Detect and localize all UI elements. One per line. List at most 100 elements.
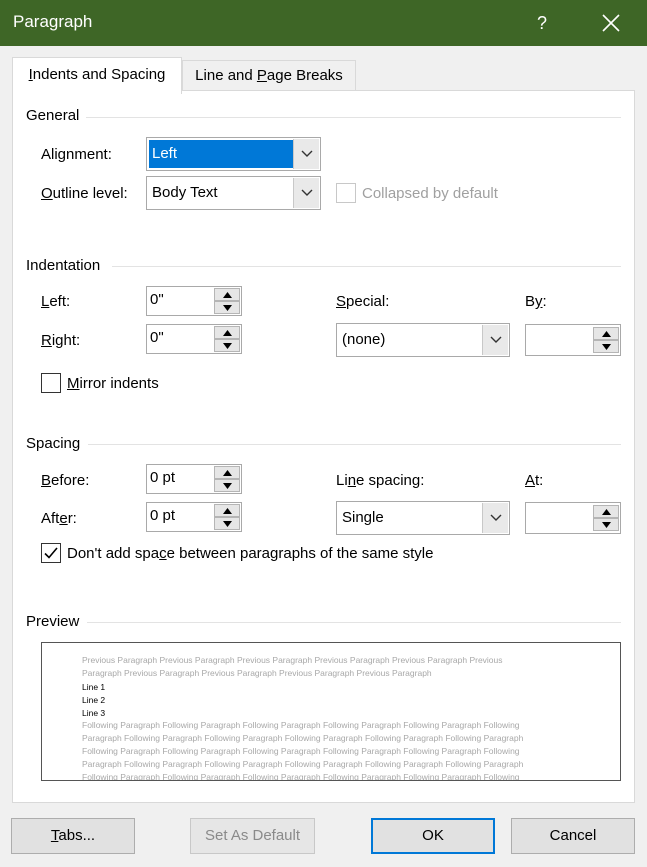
triangle-up-icon (602, 509, 611, 515)
triangle-down-icon (602, 522, 611, 528)
spin-down-button[interactable] (593, 518, 619, 531)
spin-up-button[interactable] (214, 326, 240, 339)
close-button[interactable] (588, 0, 634, 46)
chevron-down-icon (490, 514, 502, 521)
cancel-button[interactable]: Cancel (511, 818, 635, 854)
chevron-down-icon (490, 336, 502, 343)
label-post: irror indents (79, 375, 159, 392)
preview-line: Line 1 (82, 682, 106, 692)
paragraph-preview: Previous Paragraph Previous Paragraph Pr… (41, 642, 621, 781)
after-value: 0 pt (150, 507, 176, 524)
label-pre: B (525, 293, 536, 310)
outline-level-dropdown-arrow[interactable] (293, 178, 319, 208)
chevron-down-icon (301, 189, 313, 196)
preview-previous-line: Paragraph Previous Paragraph Previous Pa… (82, 668, 432, 678)
label-key: M (67, 375, 80, 392)
line-spacing-dropdown-arrow[interactable] (482, 503, 508, 533)
right-indent-spinner[interactable]: 0" (146, 324, 242, 354)
label-key: e (59, 510, 68, 527)
triangle-up-icon (223, 470, 232, 476)
triangle-down-icon (223, 483, 232, 489)
preview-following-line: Following Paragraph Following Paragraph … (82, 772, 520, 781)
mirror-indents-label: Mirror indents (67, 375, 159, 392)
mirror-indents-checkbox[interactable] (41, 373, 61, 393)
label-post: efore: (51, 472, 90, 489)
collapsed-by-default-checkbox[interactable] (336, 183, 356, 203)
spin-up-button[interactable] (593, 505, 619, 518)
alignment-dropdown[interactable]: Left (146, 137, 321, 171)
label-pre: Ali (41, 146, 58, 163)
label-key: g (57, 146, 67, 163)
label-post: ight: (51, 332, 81, 349)
special-label: Special: (336, 293, 389, 310)
at-spinner[interactable] (525, 502, 621, 534)
ok-button[interactable]: OK (371, 818, 495, 854)
spinner-buttons (593, 505, 619, 531)
title-bar: Paragraph ? (0, 0, 647, 46)
line-spacing-value: Single (342, 509, 384, 526)
special-dropdown-arrow[interactable] (482, 325, 508, 355)
preview-following-line: Following Paragraph Following Paragraph … (82, 746, 520, 756)
triangle-up-icon (602, 331, 611, 337)
by-spinner[interactable] (525, 324, 621, 356)
line-spacing-dropdown[interactable]: Single (336, 501, 510, 535)
spin-up-button[interactable] (593, 327, 619, 340)
spin-down-button[interactable] (214, 517, 240, 530)
tab-label-post: age Breaks (266, 67, 343, 84)
before-spinner[interactable]: 0 pt (146, 464, 242, 494)
alignment-value: Left (149, 140, 293, 168)
before-value: 0 pt (150, 469, 176, 486)
chevron-down-icon (301, 150, 313, 157)
label-key: S (336, 293, 347, 310)
label-post: eft: (49, 293, 71, 310)
spin-down-button[interactable] (214, 479, 240, 492)
label-key: B (41, 472, 52, 489)
label-post: e spacing: (356, 472, 425, 489)
spin-down-button[interactable] (214, 339, 240, 352)
tab-indents-and-spacing[interactable]: Indents and Spacing (12, 57, 182, 94)
label-post: r: (67, 510, 77, 527)
spin-down-button[interactable] (593, 340, 619, 353)
triangle-down-icon (223, 305, 232, 311)
after-spinner[interactable]: 0 pt (146, 502, 242, 532)
dont-add-space-checkbox[interactable] (41, 543, 61, 563)
alignment-dropdown-arrow[interactable] (293, 139, 319, 169)
tab-label-key: P (256, 67, 267, 84)
left-indent-value: 0" (150, 291, 164, 308)
help-button[interactable]: ? (526, 0, 558, 46)
triangle-up-icon (223, 508, 232, 514)
spin-down-button[interactable] (214, 301, 240, 314)
close-icon (602, 14, 620, 32)
section-title-indentation: Indentation (26, 257, 101, 274)
before-label: Before: (41, 472, 89, 489)
triangle-down-icon (602, 344, 611, 350)
line-spacing-label: Line spacing: (336, 472, 424, 489)
tab-label-pre: Line and (195, 67, 257, 84)
label-pre: Don't add spa (67, 545, 160, 562)
alignment-label: Alignment: (41, 146, 112, 163)
tab-line-and-page-breaks[interactable]: Line and Page Breaks (182, 60, 356, 91)
section-divider (87, 622, 621, 623)
tabs-button[interactable]: Tabs... (11, 818, 135, 854)
at-label: At: (525, 472, 543, 489)
outline-level-label: Outline level: (41, 185, 128, 202)
spin-up-button[interactable] (214, 504, 240, 517)
special-dropdown[interactable]: (none) (336, 323, 510, 357)
spinner-buttons (214, 504, 240, 530)
triangle-down-icon (223, 521, 232, 527)
left-indent-spinner[interactable]: 0" (146, 286, 242, 316)
after-label: After: (41, 510, 77, 527)
outline-level-dropdown[interactable]: Body Text (146, 176, 321, 210)
spin-up-button[interactable] (214, 288, 240, 301)
preview-following-line: Following Paragraph Following Paragraph … (82, 720, 520, 730)
spin-up-button[interactable] (214, 466, 240, 479)
label-post: pecial: (346, 293, 390, 310)
triangle-down-icon (223, 343, 232, 349)
dont-add-space-label: Don't add space between paragraphs of th… (67, 545, 433, 562)
spinner-buttons (214, 288, 240, 314)
label-key: c (159, 545, 167, 562)
by-label: By: (525, 293, 547, 310)
section-title-general: General (26, 107, 80, 124)
set-as-default-button[interactable]: Set As Default (190, 818, 315, 854)
section-divider (86, 117, 621, 118)
